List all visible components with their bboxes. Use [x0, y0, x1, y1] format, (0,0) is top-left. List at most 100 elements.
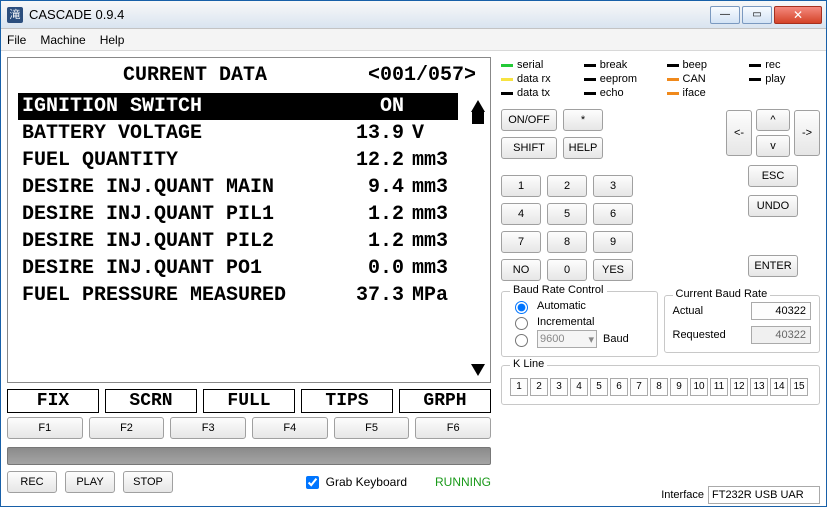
f2-button[interactable]: F2 — [89, 417, 165, 439]
enter-button[interactable]: ENTER — [748, 255, 798, 277]
f5-button[interactable]: F5 — [334, 417, 410, 439]
data-row[interactable]: DESIRE INJ.QUANT PIL21.2mm3 — [18, 228, 458, 255]
kline-cell[interactable]: 15 — [790, 378, 808, 396]
kline-cell[interactable]: 5 — [590, 378, 608, 396]
num3-button[interactable]: 3 — [593, 175, 633, 197]
no-button[interactable]: NO — [501, 259, 541, 281]
interface-label: Interface — [661, 489, 704, 501]
rec-button[interactable]: REC — [7, 471, 57, 493]
status-dash-icon — [584, 64, 596, 67]
stop-button[interactable]: STOP — [123, 471, 173, 493]
status-dash-icon — [501, 64, 513, 67]
f3-button[interactable]: F3 — [170, 417, 246, 439]
num2-button[interactable]: 2 — [547, 175, 587, 197]
num8-button[interactable]: 8 — [547, 231, 587, 253]
kline-cell[interactable]: 4 — [570, 378, 588, 396]
softkey-grph[interactable]: GRPH — [399, 389, 491, 413]
f4-button[interactable]: F4 — [252, 417, 328, 439]
baud-auto-label: Automatic — [537, 300, 586, 312]
menu-machine[interactable]: Machine — [40, 33, 85, 47]
minimize-button[interactable]: — — [710, 6, 740, 24]
num0-button[interactable]: 0 — [547, 259, 587, 281]
status-dash-icon — [501, 78, 513, 81]
status-datarx: data rx — [501, 73, 572, 85]
grab-keyboard-checkbox[interactable] — [306, 476, 319, 489]
softkey-tips[interactable]: TIPS — [301, 389, 393, 413]
menubar: File Machine Help — [1, 29, 826, 51]
onoff-button[interactable]: ON/OFF — [501, 109, 557, 131]
help-button[interactable]: HELP — [563, 137, 603, 159]
status-serial: serial — [501, 59, 572, 71]
kline-cell[interactable]: 8 — [650, 378, 668, 396]
f1-button[interactable]: F1 — [7, 417, 83, 439]
shift-button[interactable]: SHIFT — [501, 137, 557, 159]
play-button[interactable]: PLAY — [65, 471, 115, 493]
menu-file[interactable]: File — [7, 33, 26, 47]
num1-button[interactable]: 1 — [501, 175, 541, 197]
kline-cell[interactable]: 6 — [610, 378, 628, 396]
esc-button[interactable]: ESC — [748, 165, 798, 187]
current-baud-group: Current Baud Rate Actual 40322 Requested… — [664, 295, 821, 353]
kline-cell[interactable]: 1 — [510, 378, 528, 396]
data-row[interactable]: BATTERY VOLTAGE13.9V — [18, 120, 458, 147]
num9-button[interactable]: 9 — [593, 231, 633, 253]
kline-cell[interactable]: 11 — [710, 378, 728, 396]
kline-group: K Line 123456789101112131415 — [501, 365, 820, 405]
actual-label: Actual — [673, 305, 704, 317]
baud-incr-label: Incremental — [537, 316, 594, 328]
kline-cell[interactable]: 9 — [670, 378, 688, 396]
scroll-up-icon[interactable] — [471, 100, 485, 112]
status-label: RUNNING — [435, 475, 491, 489]
num6-button[interactable]: 6 — [593, 203, 633, 225]
softkey-full[interactable]: FULL — [203, 389, 295, 413]
data-row[interactable]: FUEL PRESSURE MEASURED37.3MPa — [18, 282, 458, 309]
progress-bar — [7, 447, 491, 465]
chevron-down-icon: ▾ — [588, 333, 594, 346]
status-eeprom: eeprom — [584, 73, 655, 85]
data-display: CURRENT DATA <001/057> IGNITION SWITCHON… — [10, 60, 488, 380]
interface-value: FT232R USB UAR — [708, 486, 820, 504]
baud-control-group: Baud Rate Control Automatic Incremental … — [501, 291, 658, 357]
baud-auto-radio[interactable] — [515, 301, 528, 314]
num4-button[interactable]: 4 — [501, 203, 541, 225]
status-dash-icon — [749, 64, 761, 67]
status-iface: iface — [667, 87, 738, 99]
data-row[interactable]: DESIRE INJ.QUANT MAIN9.4mm3 — [18, 174, 458, 201]
softkey-fix[interactable]: FIX — [7, 389, 99, 413]
yes-button[interactable]: YES — [593, 259, 633, 281]
requested-baud-value: 40322 — [751, 326, 811, 344]
status-break: break — [584, 59, 655, 71]
f6-button[interactable]: F6 — [415, 417, 491, 439]
baud-fixed-select[interactable]: 9600▾ — [537, 330, 597, 348]
data-row[interactable]: DESIRE INJ.QUANT PIL11.2mm3 — [18, 201, 458, 228]
maximize-button[interactable]: ▭ — [742, 6, 772, 24]
nav-up-button[interactable]: ^ — [756, 109, 790, 131]
nav-right-button[interactable]: -> — [794, 110, 820, 156]
status-dash-icon — [501, 92, 513, 95]
baud-fixed-radio[interactable] — [515, 334, 528, 347]
baud-fixed-suffix: Baud — [603, 333, 629, 345]
data-row[interactable]: IGNITION SWITCHON — [18, 93, 458, 120]
close-button[interactable]: ✕ — [774, 6, 822, 24]
num5-button[interactable]: 5 — [547, 203, 587, 225]
kline-cell[interactable]: 12 — [730, 378, 748, 396]
nav-left-button[interactable]: <- — [726, 110, 752, 156]
kline-cell[interactable]: 7 — [630, 378, 648, 396]
softkey-scrn[interactable]: SCRN — [105, 389, 197, 413]
scroll-down-icon[interactable] — [471, 364, 485, 376]
undo-button[interactable]: UNDO — [748, 195, 798, 217]
kline-cell[interactable]: 14 — [770, 378, 788, 396]
star-button[interactable]: * — [563, 109, 603, 131]
num7-button[interactable]: 7 — [501, 231, 541, 253]
kline-cell[interactable]: 13 — [750, 378, 768, 396]
baud-incr-radio[interactable] — [515, 317, 528, 330]
kline-cell[interactable]: 3 — [550, 378, 568, 396]
data-row[interactable]: DESIRE INJ.QUANT PO10.0mm3 — [18, 255, 458, 282]
status-datatx: data tx — [501, 87, 572, 99]
data-row[interactable]: FUEL QUANTITY12.2mm3 — [18, 147, 458, 174]
kline-cell[interactable]: 2 — [530, 378, 548, 396]
nav-down-button[interactable]: v — [756, 135, 790, 157]
menu-help[interactable]: Help — [100, 33, 125, 47]
window-title: CASCADE 0.9.4 — [29, 7, 124, 22]
kline-cell[interactable]: 10 — [690, 378, 708, 396]
